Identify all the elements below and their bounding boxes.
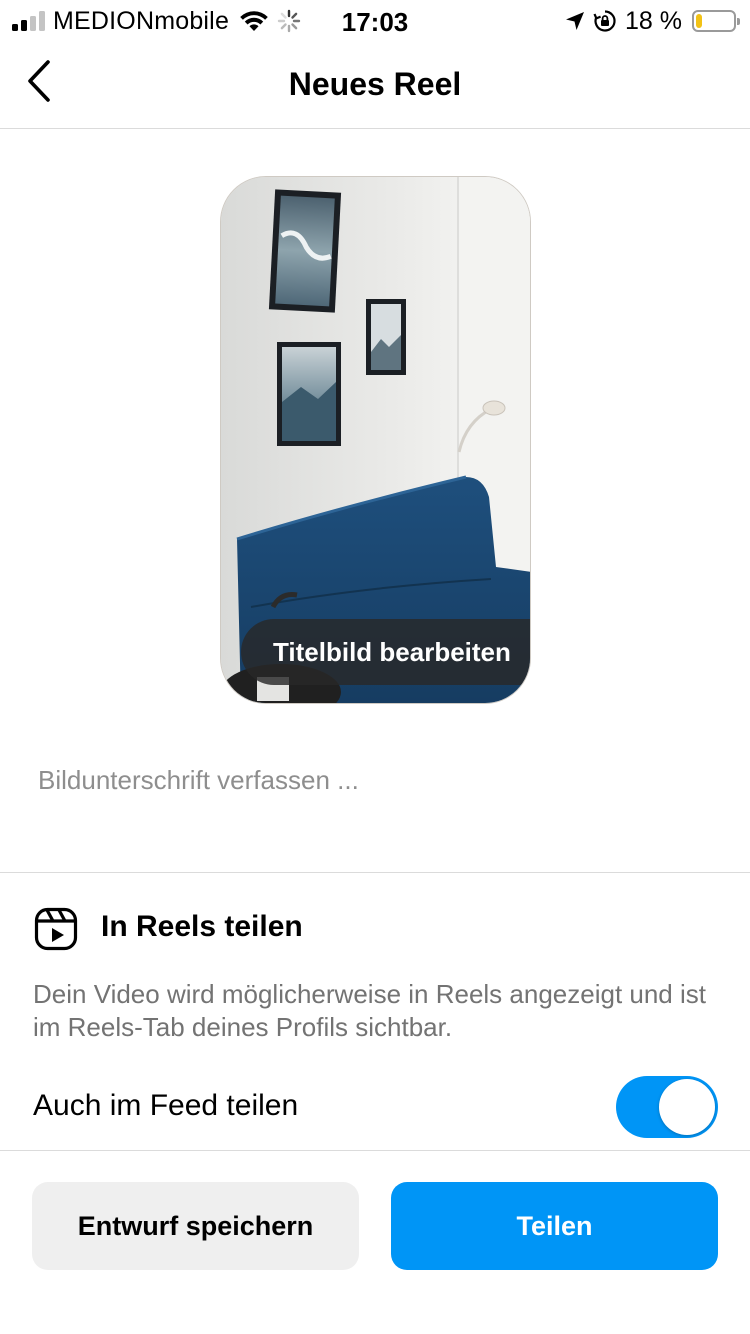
rotation-lock-icon bbox=[593, 10, 616, 32]
feed-share-toggle[interactable] bbox=[616, 1076, 718, 1138]
toggle-knob bbox=[659, 1079, 715, 1135]
reels-section-title: In Reels teilen bbox=[101, 910, 303, 943]
page-title: Neues Reel bbox=[288, 66, 462, 102]
save-draft-button[interactable]: Entwurf speichern bbox=[32, 1182, 359, 1270]
reels-description: Dein Video wird möglicherweise in Reels … bbox=[33, 979, 706, 1042]
status-right: 18 % bbox=[565, 6, 740, 36]
edit-cover-button[interactable]: Titelbild bearbeiten bbox=[241, 619, 530, 685]
battery-icon bbox=[692, 10, 740, 32]
caption-input[interactable] bbox=[38, 760, 718, 800]
reel-thumbnail[interactable]: Titelbild bearbeiten bbox=[220, 176, 531, 704]
reels-icon bbox=[34, 907, 78, 951]
battery-percent: 18 % bbox=[625, 6, 682, 35]
divider bbox=[0, 872, 750, 873]
header: Neues Reel bbox=[0, 42, 750, 129]
divider bbox=[0, 1150, 750, 1151]
battery-level-fill bbox=[696, 14, 702, 28]
location-arrow-icon bbox=[566, 12, 585, 30]
share-button[interactable]: Teilen bbox=[391, 1182, 718, 1270]
feed-share-label: Auch im Feed teilen bbox=[33, 1089, 299, 1122]
status-bar: MEDIONmobile 17:03 18 % bbox=[0, 0, 750, 42]
